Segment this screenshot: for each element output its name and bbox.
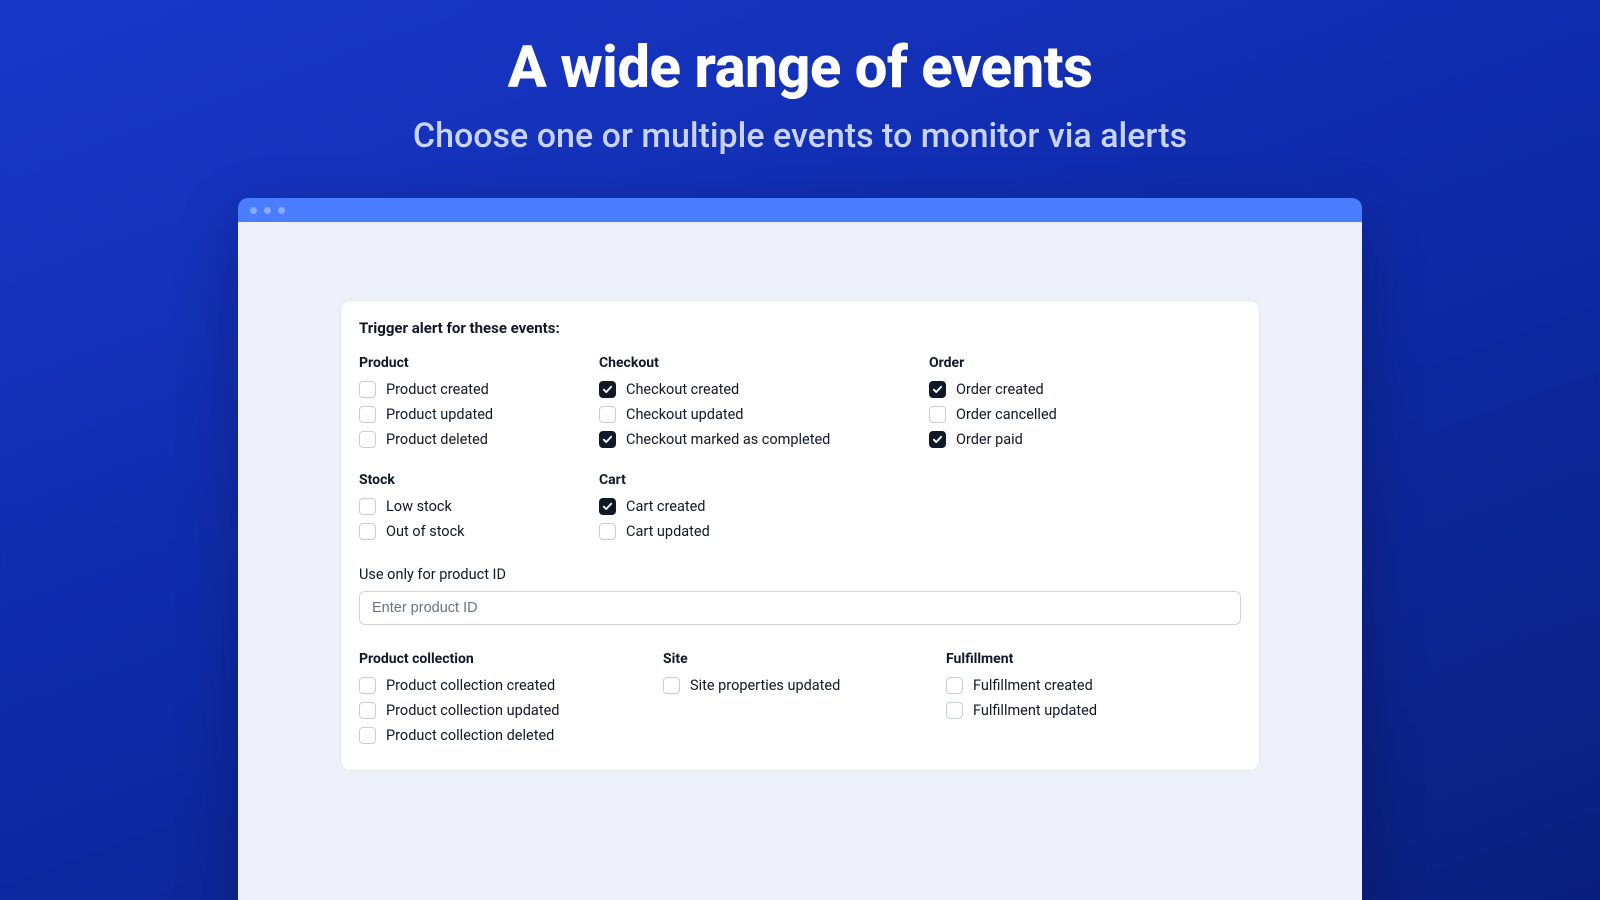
option-productCollection-1[interactable]: Product collection updated: [359, 698, 663, 723]
group-site: Site Site properties updated: [663, 651, 946, 748]
checkbox-fulfillment-1[interactable]: [946, 702, 963, 719]
product-id-input[interactable]: [359, 591, 1241, 625]
option-checkout-1[interactable]: Checkout updated: [599, 402, 929, 427]
window-titlebar: [238, 198, 1362, 222]
checkbox-productCollection-2[interactable]: [359, 727, 376, 744]
checkbox-cart-1[interactable]: [599, 523, 616, 540]
group-stock: Stock Low stock Out of stock: [359, 472, 599, 544]
traffic-light-close-icon[interactable]: [250, 207, 257, 214]
option-label: Site properties updated: [690, 677, 840, 694]
option-fulfillment-1[interactable]: Fulfillment updated: [946, 698, 1241, 723]
group-order: Order Order created Order cancelled Order p…: [929, 355, 1241, 452]
option-label: Order paid: [956, 431, 1023, 448]
checkbox-checkout-2[interactable]: [599, 431, 616, 448]
group-product: Product Product created Product updated Pro…: [359, 355, 599, 452]
option-cart-0[interactable]: Cart created: [599, 494, 929, 519]
checkbox-checkout-1[interactable]: [599, 406, 616, 423]
checkbox-productCollection-1[interactable]: [359, 702, 376, 719]
hero-subtitle: Choose one or multiple events to monitor…: [0, 116, 1600, 156]
option-label: Order cancelled: [956, 406, 1057, 423]
option-label: Checkout updated: [626, 406, 743, 423]
option-site-0[interactable]: Site properties updated: [663, 673, 946, 698]
option-fulfillment-0[interactable]: Fulfillment created: [946, 673, 1241, 698]
group-title-fulfillment: Fulfillment: [946, 651, 1241, 667]
card-title: Trigger alert for these events:: [359, 319, 1241, 337]
option-label: Product collection deleted: [386, 727, 554, 744]
group-title-cart: Cart: [599, 472, 929, 488]
option-label: Order created: [956, 381, 1044, 398]
checkbox-stock-1[interactable]: [359, 523, 376, 540]
events-upper-grid: Product Product created Product updated Pro…: [359, 355, 1241, 544]
traffic-light-zoom-icon[interactable]: [278, 207, 285, 214]
checkbox-order-1[interactable]: [929, 406, 946, 423]
option-label: Fulfillment created: [973, 677, 1093, 694]
group-title-site: Site: [663, 651, 946, 667]
option-checkout-2[interactable]: Checkout marked as completed: [599, 427, 929, 452]
group-title-product: Product: [359, 355, 599, 371]
checkbox-checkout-0[interactable]: [599, 381, 616, 398]
option-product-2[interactable]: Product deleted: [359, 427, 599, 452]
group-title-stock: Stock: [359, 472, 599, 488]
events-lower-grid: Product collection Product collection cre…: [359, 651, 1241, 748]
events-card: Trigger alert for these events: ProductP…: [340, 300, 1260, 771]
option-productCollection-2[interactable]: Product collection deleted: [359, 723, 663, 748]
option-checkout-0[interactable]: Checkout created: [599, 377, 929, 402]
group-cart: Cart Cart created Cart updated: [599, 472, 929, 544]
option-product-0[interactable]: Product created: [359, 377, 599, 402]
option-productCollection-0[interactable]: Product collection created: [359, 673, 663, 698]
traffic-light-minimize-icon[interactable]: [264, 207, 271, 214]
option-product-1[interactable]: Product updated: [359, 402, 599, 427]
group-product-collection: Product collection Product collection cre…: [359, 651, 663, 748]
group-checkout: Checkout Checkout created Checkout updated…: [599, 355, 929, 452]
option-label: Product collection created: [386, 677, 555, 694]
checkbox-fulfillment-0[interactable]: [946, 677, 963, 694]
group-spacer: [929, 472, 1241, 544]
product-id-label: Use only for product ID: [359, 566, 1241, 583]
checkbox-order-2[interactable]: [929, 431, 946, 448]
option-order-1[interactable]: Order cancelled: [929, 402, 1241, 427]
option-label: Product collection updated: [386, 702, 559, 719]
option-label: Product updated: [386, 406, 493, 423]
app-window: Trigger alert for these events: ProductP…: [238, 198, 1362, 900]
option-label: Product created: [386, 381, 489, 398]
option-label: Fulfillment updated: [973, 702, 1097, 719]
checkbox-site-0[interactable]: [663, 677, 680, 694]
group-title-order: Order: [929, 355, 1241, 371]
option-stock-1[interactable]: Out of stock: [359, 519, 599, 544]
option-cart-1[interactable]: Cart updated: [599, 519, 929, 544]
group-fulfillment: Fulfillment Fulfillment created Fulfillmen…: [946, 651, 1241, 748]
option-label: Low stock: [386, 498, 452, 515]
option-label: Cart created: [626, 498, 706, 515]
checkbox-order-0[interactable]: [929, 381, 946, 398]
group-title-checkout: Checkout: [599, 355, 929, 371]
checkbox-cart-0[interactable]: [599, 498, 616, 515]
hero-title: A wide range of events: [0, 34, 1600, 102]
window-viewport: Trigger alert for these events: ProductP…: [238, 222, 1362, 900]
hero: A wide range of events Choose one or mul…: [0, 0, 1600, 156]
checkbox-stock-0[interactable]: [359, 498, 376, 515]
option-label: Checkout marked as completed: [626, 431, 830, 448]
checkbox-product-1[interactable]: [359, 406, 376, 423]
option-stock-0[interactable]: Low stock: [359, 494, 599, 519]
option-order-2[interactable]: Order paid: [929, 427, 1241, 452]
option-label: Checkout created: [626, 381, 739, 398]
checkbox-productCollection-0[interactable]: [359, 677, 376, 694]
checkbox-product-2[interactable]: [359, 431, 376, 448]
option-label: Product deleted: [386, 431, 488, 448]
option-label: Cart updated: [626, 523, 710, 540]
option-label: Out of stock: [386, 523, 465, 540]
group-title-productCollection: Product collection: [359, 651, 663, 667]
option-order-0[interactable]: Order created: [929, 377, 1241, 402]
checkbox-product-0[interactable]: [359, 381, 376, 398]
